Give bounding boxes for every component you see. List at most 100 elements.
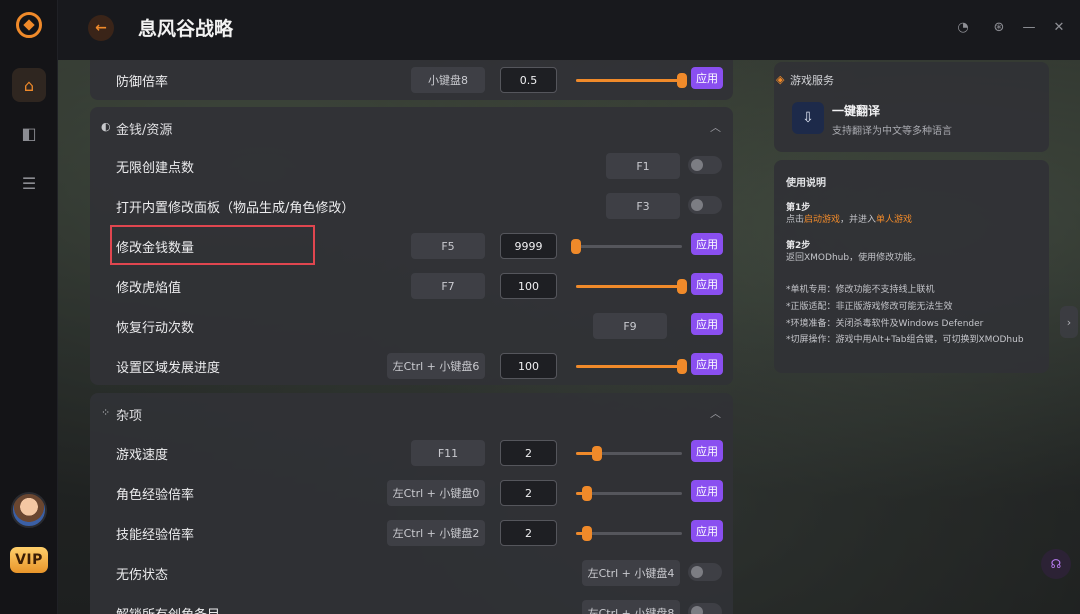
apply-button[interactable]: 应用 — [691, 480, 723, 502]
value-slider[interactable] — [576, 279, 687, 294]
section-misc: ⁘ 杂项 ︿ 游戏速度 F11 2 应用 角色经验倍率 左Ctrl + 小键盘0 2 应用 技能… — [90, 393, 733, 614]
mouse-icon: ◐ — [101, 120, 111, 133]
apply-button[interactable]: 应用 — [691, 353, 723, 375]
help-note: *单机专用：修改功能不支持线上联机 — [786, 285, 935, 295]
single-player-link[interactable]: 单人游戏 — [876, 215, 912, 225]
setting-row: 修改金钱数量 F5 9999 应用 — [90, 226, 733, 266]
close-icon[interactable]: ✕ — [1050, 18, 1068, 36]
library-icon[interactable]: ☰ — [12, 166, 46, 200]
hotkey-badge[interactable]: F9 — [593, 313, 667, 339]
slider-knob[interactable] — [677, 359, 687, 374]
home-icon[interactable]: ⌂ — [12, 68, 46, 102]
slider-knob[interactable] — [581, 526, 592, 541]
sidebar: ⌂ ◧ ☰ VIP — [0, 0, 58, 614]
setting-row: 解锁所有创角条目 左Ctrl + 小键盘8 — [90, 593, 733, 614]
row-label: 无限创建点数 — [116, 161, 195, 176]
hotkey-badge[interactable]: F5 — [411, 233, 485, 259]
apply-button[interactable]: 应用 — [691, 67, 723, 89]
value-input[interactable]: 2 — [500, 520, 557, 546]
hotkey-badge[interactable]: 左Ctrl + 小键盘2 — [387, 520, 485, 546]
hotkey-badge[interactable]: F11 — [411, 440, 485, 466]
slider-knob[interactable] — [581, 486, 592, 501]
value-slider[interactable] — [576, 73, 687, 88]
value-input[interactable]: 2 — [500, 440, 557, 466]
sync-icon[interactable]: ⊛ — [990, 18, 1008, 36]
app-logo-icon — [16, 12, 42, 38]
row-label: 修改虎焰值 — [116, 281, 182, 296]
hotkey-badge[interactable]: F1 — [606, 153, 680, 179]
value-input[interactable]: 100 — [500, 273, 557, 299]
setting-row: 修改虎焰值 F7 100 应用 — [90, 266, 733, 306]
headset-icon[interactable]: ☊ — [1041, 549, 1071, 579]
section-header[interactable]: ◐ 金钱/资源 ︿ — [90, 107, 733, 147]
slider-fill — [576, 285, 682, 288]
value-input[interactable]: 0.5 — [500, 67, 557, 93]
hotkey-badge[interactable]: 左Ctrl + 小键盘6 — [387, 353, 485, 379]
value-slider[interactable] — [576, 486, 682, 501]
value-input[interactable]: 2 — [500, 480, 557, 506]
value-slider[interactable] — [571, 239, 682, 254]
toggle-switch[interactable] — [688, 563, 722, 581]
hotkey-badge[interactable]: F3 — [606, 193, 680, 219]
row-label: 防御倍率 — [116, 75, 169, 90]
setting-row: 游戏速度 F11 2 应用 — [90, 433, 733, 473]
chevron-up-icon[interactable]: ︿ — [710, 119, 721, 135]
apply-button[interactable]: 应用 — [691, 233, 723, 255]
apply-button[interactable]: 应用 — [691, 440, 723, 462]
help-note: *正版适配：非正版游戏修改可能无法生效 — [786, 302, 953, 312]
setting-row: 角色经验倍率 左Ctrl + 小键盘0 2 应用 — [90, 473, 733, 513]
value-input[interactable]: 100 — [500, 353, 557, 379]
apply-button[interactable]: 应用 — [691, 273, 723, 295]
step1-text: 点击启动游戏，并进入单人游戏 — [786, 215, 913, 225]
chevron-up-icon[interactable]: ︿ — [710, 405, 721, 421]
hotkey-badge[interactable]: 左Ctrl + 小键盘0 — [387, 480, 485, 506]
slider-knob[interactable] — [571, 239, 581, 254]
setting-row: 恢复行动次数 F9 应用 — [90, 306, 733, 346]
help-note: *环境准备：关闭杀毒软件及Windows Defender — [786, 319, 984, 329]
panel-defense: 防御倍率 小键盘8 0.5 应用 — [90, 60, 733, 100]
hotkey-badge[interactable]: F7 — [411, 273, 485, 299]
minimize-icon[interactable]: — — [1020, 18, 1038, 36]
step2-text: 返回XMODhub，使用修改功能。 — [786, 253, 922, 263]
slider-knob[interactable] — [677, 73, 687, 88]
value-slider[interactable] — [576, 526, 682, 541]
setting-row: 技能经验倍率 左Ctrl + 小键盘2 2 应用 — [90, 513, 733, 553]
vip-badge[interactable]: VIP — [10, 547, 48, 573]
service-item-name[interactable]: 一键翻译 — [832, 102, 880, 119]
cube-icon: ◈ — [776, 73, 785, 86]
section-title: 杂项 — [116, 409, 143, 424]
settings-icon[interactable]: ◔ — [954, 18, 972, 36]
value-slider[interactable] — [576, 446, 682, 461]
hotkey-badge[interactable]: 左Ctrl + 小键盘4 — [582, 560, 680, 586]
apply-button[interactable]: 应用 — [691, 313, 723, 335]
toggle-switch[interactable] — [688, 196, 722, 214]
section-money: ◐ 金钱/资源 ︿ 无限创建点数 F1 打开内置修改面板（物品生成/角色修改） F3 修… — [90, 107, 733, 385]
avatar[interactable] — [11, 492, 47, 528]
service-card: ◈ 游戏服务 ⇩ 一键翻译 支持翻译为中文等多种语言 — [774, 62, 1049, 152]
hotkey-badge[interactable]: 小键盘8 — [411, 67, 485, 93]
slider-knob[interactable] — [592, 446, 603, 461]
slider-fill — [576, 365, 682, 368]
toggle-switch[interactable] — [688, 156, 722, 174]
chevron-right-icon[interactable]: › — [1060, 306, 1078, 338]
value-input[interactable]: 9999 — [500, 233, 557, 259]
games-icon[interactable]: ◧ — [12, 116, 46, 150]
setting-row: 设置区域发展进度 左Ctrl + 小键盘6 100 应用 — [90, 346, 733, 386]
back-arrow-icon[interactable]: ← — [88, 15, 114, 41]
slider-fill — [576, 79, 682, 82]
row-label: 恢复行动次数 — [116, 321, 195, 336]
hotkey-badge[interactable]: 左Ctrl + 小键盘8 — [582, 600, 680, 614]
section-header[interactable]: ⁘ 杂项 ︿ — [90, 393, 733, 433]
toggle-switch[interactable] — [688, 603, 722, 614]
slider-knob[interactable] — [677, 279, 687, 294]
header: ← 息风谷战略 ◔ ⊛ — ✕ — [58, 0, 1080, 60]
setting-row: 打开内置修改面板（物品生成/角色修改） F3 — [90, 186, 733, 226]
row-label: 技能经验倍率 — [116, 528, 195, 543]
value-slider[interactable] — [576, 359, 687, 374]
help-title: 使用说明 — [786, 178, 826, 189]
download-icon[interactable]: ⇩ — [792, 102, 824, 134]
row-label: 游戏速度 — [116, 448, 169, 463]
setting-row: 无限创建点数 F1 — [90, 146, 733, 186]
launch-game-link[interactable]: 启动游戏 — [804, 215, 840, 225]
apply-button[interactable]: 应用 — [691, 520, 723, 542]
